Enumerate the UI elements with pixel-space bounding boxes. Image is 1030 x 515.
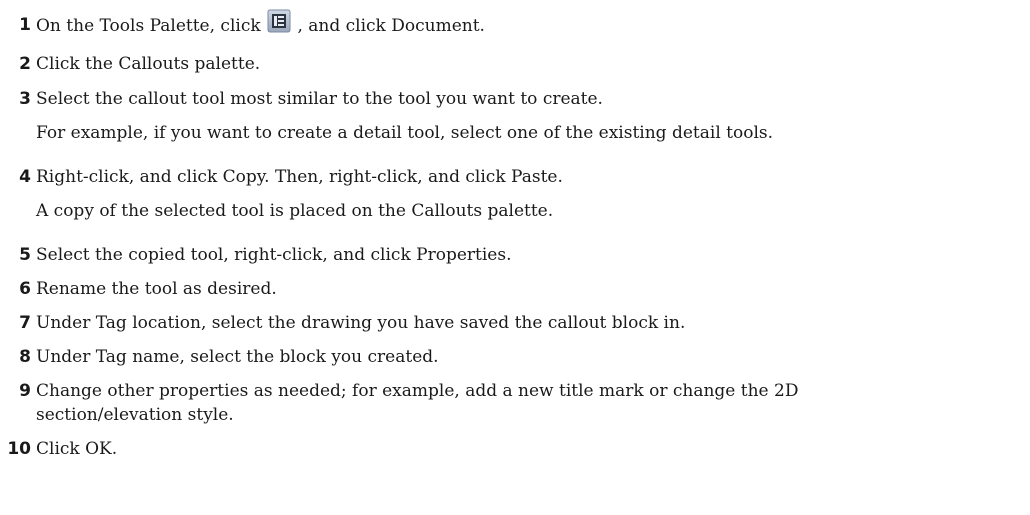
step-number: 8: [19, 347, 31, 367]
step-number: 7: [19, 313, 31, 333]
step-text: On the Tools Palette, click , and click …: [36, 9, 485, 38]
step-text: Rename the tool as desired.: [36, 279, 277, 299]
instruction-page: 1 On the Tools Palette, click , and clic…: [0, 0, 1030, 515]
step-number: 9: [19, 381, 31, 401]
step-number: 3: [19, 89, 31, 109]
step-number: 10: [7, 439, 31, 459]
step-text: Under Tag location, select the drawing y…: [36, 313, 686, 333]
step-text: Click OK.: [36, 439, 118, 459]
step-text: Select the copied tool, right-click, and…: [36, 245, 512, 265]
step-text: Under Tag name, select the block you cre…: [36, 347, 439, 367]
step-number: 5: [19, 245, 31, 265]
step-text-after: , and click Document.: [292, 16, 485, 36]
step-text: Change other properties as needed; for e…: [36, 381, 799, 401]
tool-palette-properties-icon[interactable]: [267, 9, 291, 33]
step-text: Select the callout tool most similar to …: [36, 89, 603, 109]
step-3-note: For example, if you want to create a det…: [36, 123, 774, 143]
step-4-note: A copy of the selected tool is placed on…: [36, 201, 554, 221]
step-text: Click the Callouts palette.: [36, 54, 261, 74]
step-number: 6: [19, 279, 31, 299]
step-9-text-continued: section/elevation style.: [36, 405, 234, 425]
step-number: 1: [19, 15, 31, 35]
step-text-before: On the Tools Palette, click: [36, 16, 267, 36]
step-number: 2: [19, 54, 31, 74]
step-number: 4: [19, 167, 31, 187]
step-text: Right-click, and click Copy. Then, right…: [36, 167, 563, 187]
